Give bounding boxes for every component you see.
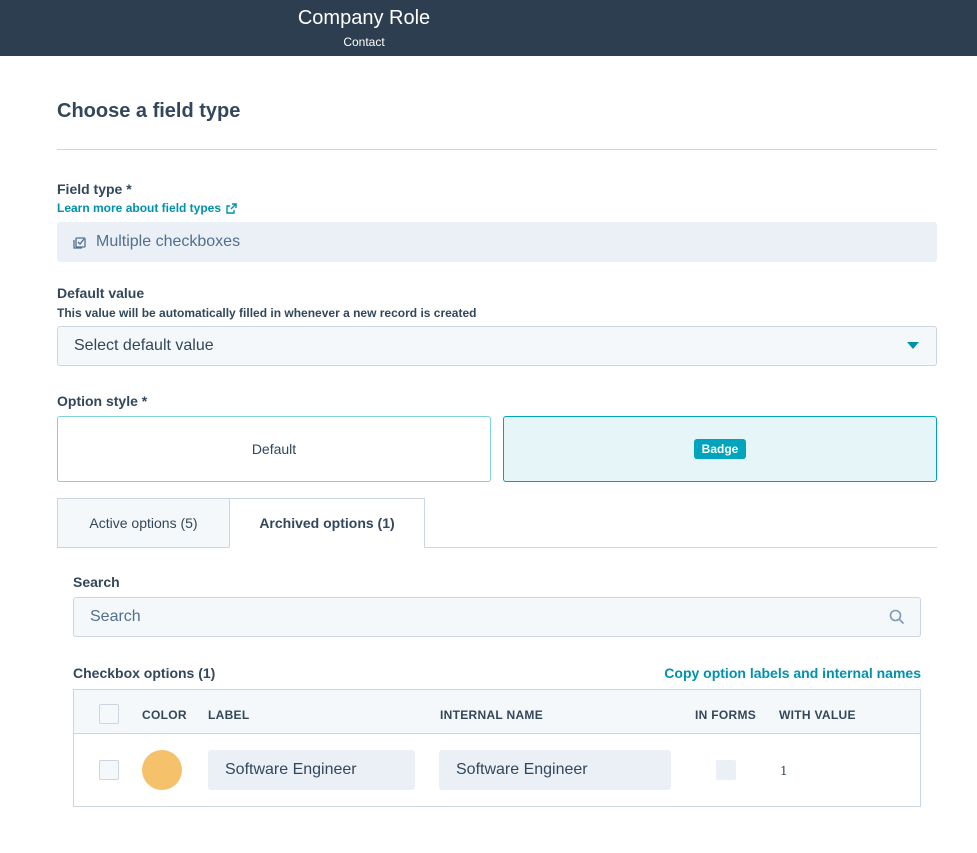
row-select-checkbox[interactable] bbox=[99, 760, 119, 780]
default-value-placeholder: Select default value bbox=[74, 337, 214, 354]
column-color: COLOR bbox=[142, 708, 187, 722]
option-label-input[interactable]: Software Engineer bbox=[208, 750, 415, 790]
table-header: COLOR LABEL INTERNAL NAME IN FORMS WITH … bbox=[74, 690, 920, 734]
object-type-subtitle: Contact bbox=[343, 35, 385, 49]
search-input[interactable] bbox=[73, 597, 921, 637]
checkbox-options-title: Checkbox options (1) bbox=[73, 665, 216, 681]
external-link-icon bbox=[226, 202, 237, 214]
page-title: Choose a field type bbox=[57, 100, 241, 122]
option-internal-name-input[interactable]: Software Engineer bbox=[439, 750, 671, 790]
in-forms-checkbox[interactable] bbox=[716, 760, 736, 780]
column-in-forms: IN FORMS bbox=[695, 708, 757, 722]
option-style-default-label: Default bbox=[251, 441, 297, 457]
header-bar: Company Role Contact bbox=[0, 0, 977, 56]
default-value-label: Default value bbox=[57, 285, 145, 301]
column-with-value: WITH VALUE bbox=[779, 708, 856, 722]
option-style-badge-label: Badge bbox=[693, 439, 747, 459]
chevron-down-icon bbox=[907, 342, 919, 349]
learn-more-text: Learn more about field types bbox=[57, 201, 222, 215]
option-style-default-card[interactable]: Default bbox=[57, 416, 491, 482]
field-type-value: Multiple checkboxes bbox=[96, 233, 241, 250]
field-type-label: Field type * bbox=[57, 181, 132, 197]
learn-more-link[interactable]: Learn more about field types bbox=[57, 201, 237, 215]
with-value-count: 1 bbox=[780, 764, 788, 778]
tab-active-options[interactable]: Active options (5) bbox=[57, 498, 230, 548]
section-divider bbox=[57, 149, 937, 150]
option-label-value: Software Engineer bbox=[225, 761, 357, 778]
column-internal-name: INTERNAL NAME bbox=[440, 708, 544, 722]
default-value-select[interactable]: Select default value bbox=[57, 326, 937, 366]
property-title: Company Role bbox=[297, 7, 431, 29]
default-value-help: This value will be automatically filled … bbox=[57, 306, 477, 320]
option-color-swatch[interactable] bbox=[142, 750, 182, 790]
select-all-checkbox[interactable] bbox=[99, 704, 119, 724]
options-table: COLOR LABEL INTERNAL NAME IN FORMS WITH … bbox=[73, 689, 921, 807]
search-label: Search bbox=[73, 574, 120, 590]
search-icon[interactable] bbox=[888, 608, 906, 626]
field-type-display: Multiple checkboxes bbox=[57, 222, 937, 262]
option-style-label: Option style * bbox=[57, 393, 148, 409]
tab-archived-options[interactable]: Archived options (1) bbox=[229, 498, 425, 548]
column-label: LABEL bbox=[208, 708, 250, 722]
copy-labels-link[interactable]: Copy option labels and internal names bbox=[664, 665, 921, 681]
checkbox-icon bbox=[73, 237, 86, 249]
option-style-badge-card[interactable]: Badge bbox=[503, 416, 937, 482]
option-internal-name-value: Software Engineer bbox=[456, 761, 588, 778]
